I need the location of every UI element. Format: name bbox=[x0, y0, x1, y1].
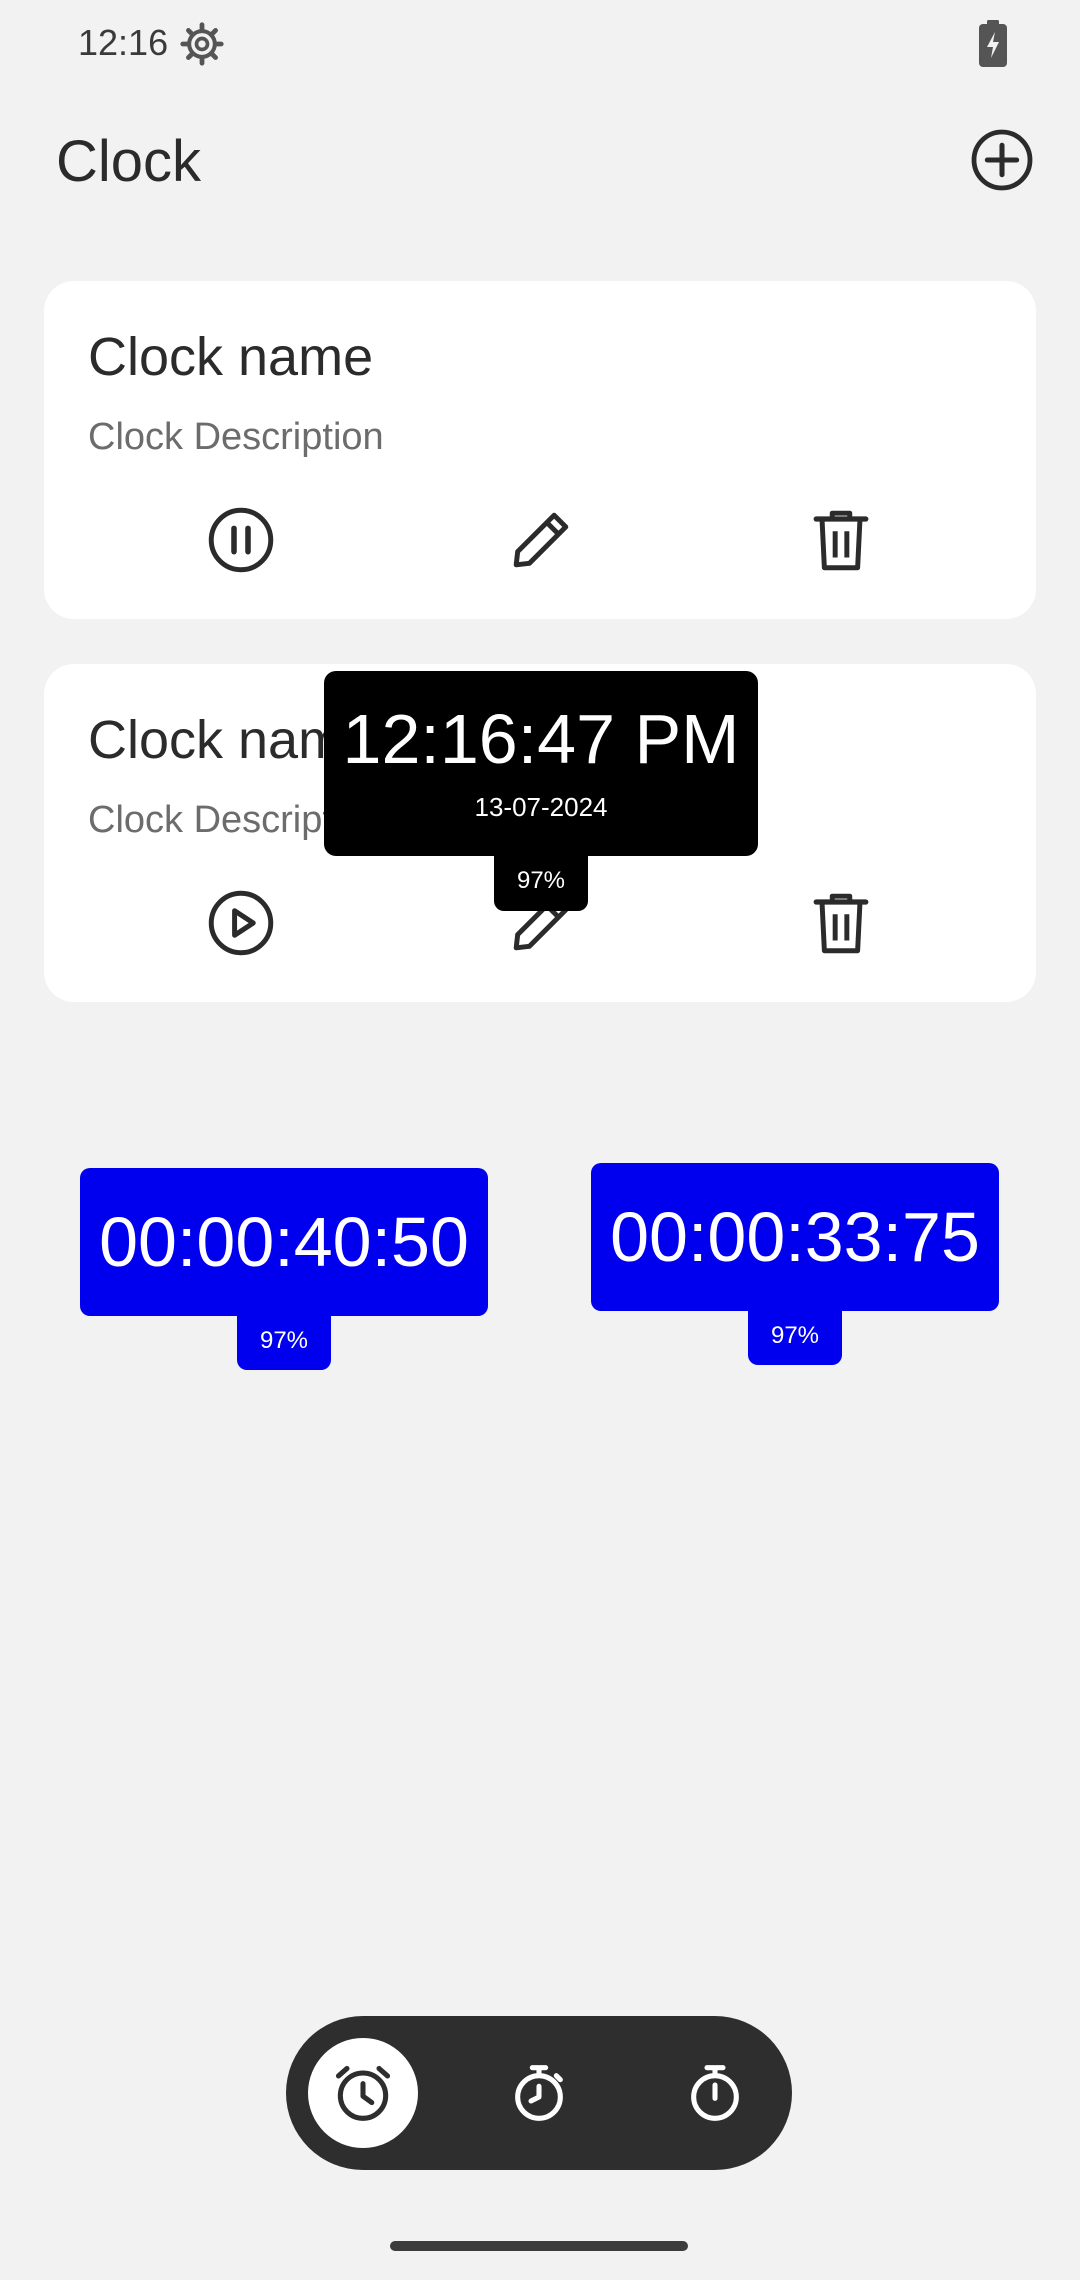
edit-pencil-icon[interactable] bbox=[506, 505, 576, 575]
clock-card-title: Clock name bbox=[88, 327, 374, 387]
play-circle-icon[interactable] bbox=[206, 888, 276, 958]
stopwatch-widget[interactable]: 00:00:40:50 bbox=[80, 1168, 488, 1316]
page-title: Clock bbox=[56, 129, 202, 194]
floating-clock-time: 12:16:47 PM bbox=[342, 700, 740, 778]
floating-clock-widget[interactable]: 12:16:47 PM 13-07-2024 bbox=[324, 671, 758, 856]
trash-icon[interactable] bbox=[806, 505, 876, 575]
stopwatch-battery: 97% bbox=[237, 1316, 331, 1370]
gear-icon bbox=[180, 22, 224, 66]
floating-clock-battery: 97% bbox=[494, 856, 588, 911]
trash-icon[interactable] bbox=[806, 888, 876, 958]
clock-card[interactable]: Clock name Clock Description bbox=[44, 281, 1036, 619]
stopwatch-time: 00:00:33:75 bbox=[610, 1198, 980, 1276]
home-indicator[interactable] bbox=[390, 2241, 688, 2251]
clock-card-description: Clock Description bbox=[88, 416, 384, 458]
floating-clock-date: 13-07-2024 bbox=[474, 792, 608, 822]
add-clock-button[interactable] bbox=[970, 128, 1034, 192]
status-time: 12:16 bbox=[78, 22, 169, 63]
stopwatch-widget[interactable]: 00:00:33:75 bbox=[591, 1163, 999, 1311]
stopwatch-time: 00:00:40:50 bbox=[99, 1203, 469, 1281]
battery-charging-icon bbox=[979, 20, 1007, 67]
pause-circle-icon[interactable] bbox=[206, 505, 276, 575]
stopwatch-icon[interactable] bbox=[507, 2061, 571, 2125]
timer-icon[interactable] bbox=[683, 2061, 747, 2125]
alarm-clock-icon[interactable] bbox=[331, 2061, 395, 2125]
bottom-navigation bbox=[286, 2016, 792, 2170]
stopwatch-battery: 97% bbox=[748, 1311, 842, 1365]
